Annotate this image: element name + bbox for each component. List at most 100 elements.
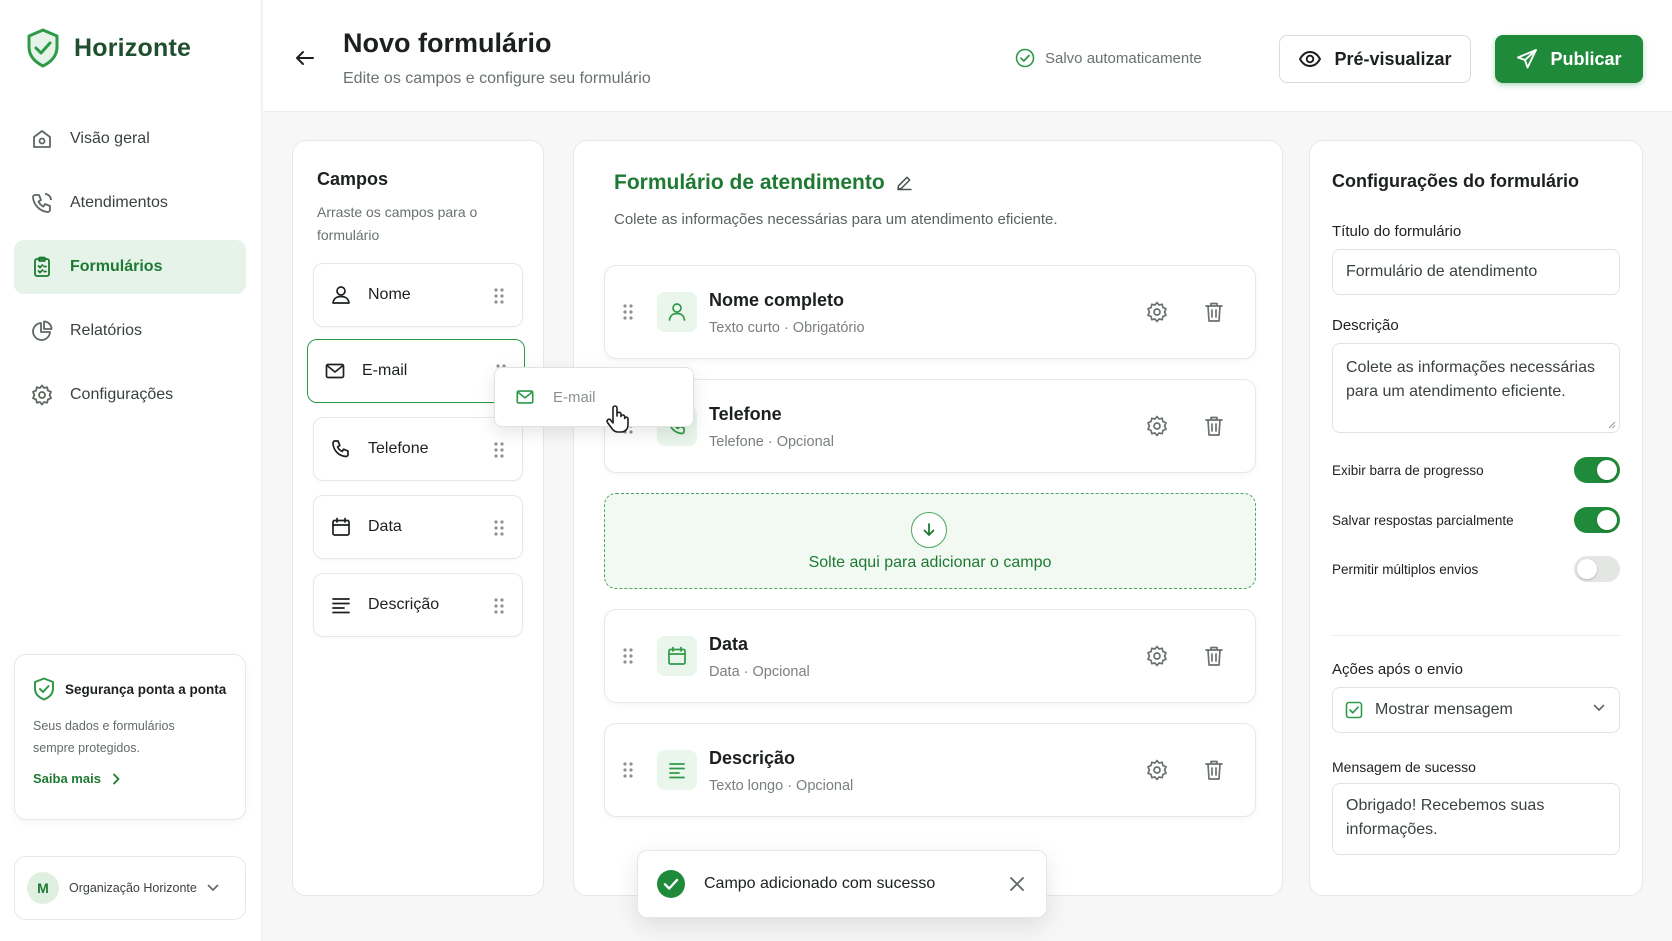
form-field-meta: Texto curto · Obrigatório bbox=[709, 320, 865, 336]
success-message-textarea[interactable]: Obrigado! Recebemos suas informações. bbox=[1332, 783, 1620, 855]
organization-name: Organização Horizonte bbox=[69, 881, 197, 895]
drag-handle-icon[interactable] bbox=[494, 288, 504, 304]
pie-chart-icon bbox=[30, 319, 54, 343]
gear-icon[interactable] bbox=[1145, 414, 1169, 438]
clipboard-icon bbox=[30, 255, 54, 279]
autosave-status: Salvo automaticamente bbox=[1015, 48, 1202, 68]
success-message-label: Mensagem de sucesso bbox=[1332, 759, 1476, 775]
chevron-down-icon bbox=[207, 884, 219, 892]
form-settings-panel: Configurações do formulário Título do fo… bbox=[1309, 140, 1643, 896]
drop-zone[interactable]: Solte aqui para adicionar o campo bbox=[604, 493, 1256, 589]
sidebar-item-label: Visão geral bbox=[70, 130, 150, 147]
sidebar-item-relatorios[interactable]: Relatórios bbox=[14, 304, 246, 358]
field-chip-nome[interactable]: Nome bbox=[313, 263, 523, 327]
sidebar-nav: Visão geral Atendimentos Formulários Rel… bbox=[14, 112, 246, 432]
calendar-icon bbox=[657, 636, 697, 676]
trash-icon[interactable] bbox=[1203, 644, 1225, 668]
resize-handle-icon bbox=[1608, 421, 1616, 429]
toggle-row-progress: Exibir barra de progresso bbox=[1332, 456, 1620, 484]
brand[interactable]: Horizonte bbox=[26, 28, 191, 68]
text-lines-icon bbox=[657, 750, 697, 790]
brand-name: Horizonte bbox=[74, 33, 192, 62]
security-card-title: Segurança ponta a ponta bbox=[65, 681, 227, 697]
gear-icon[interactable] bbox=[1145, 644, 1169, 668]
mail-icon bbox=[324, 360, 346, 382]
trash-icon[interactable] bbox=[1203, 758, 1225, 782]
organization-switcher[interactable]: M Organização Horizonte bbox=[14, 856, 246, 920]
form-builder-panel: Formulário de atendimento Colete as info… bbox=[573, 140, 1283, 896]
send-icon bbox=[1516, 48, 1538, 70]
sidebar-item-configuracoes[interactable]: Configurações bbox=[14, 368, 246, 422]
partial-save-toggle[interactable] bbox=[1574, 507, 1620, 533]
sidebar-item-label: Atendimentos bbox=[70, 194, 168, 211]
back-button[interactable] bbox=[291, 44, 319, 72]
check-circle-icon bbox=[1015, 48, 1035, 68]
form-field-name: Descrição bbox=[709, 748, 796, 768]
gear-icon[interactable] bbox=[1145, 300, 1169, 324]
form-subtitle: Colete as informações necessárias para u… bbox=[614, 211, 1058, 228]
progress-bar-toggle[interactable] bbox=[1574, 457, 1620, 483]
page-header: Novo formulário Edite os campos e config… bbox=[263, 0, 1672, 112]
drag-handle-icon[interactable] bbox=[623, 304, 633, 320]
form-title-input[interactable]: Formulário de atendimento bbox=[1332, 249, 1620, 295]
form-field-name: Data bbox=[709, 634, 749, 654]
form-field-nome-completo[interactable]: Nome completo Texto curto · Obrigatório bbox=[604, 265, 1256, 359]
text-lines-icon bbox=[330, 594, 352, 616]
shield-check-icon bbox=[33, 677, 55, 701]
preview-button[interactable]: Pré-visualizar bbox=[1279, 35, 1471, 83]
avatar: M bbox=[27, 872, 59, 904]
form-field-meta: Data · Opcional bbox=[709, 664, 810, 680]
toggle-row-partial: Salvar respostas parcialmente bbox=[1332, 506, 1620, 534]
after-submit-label: Ações após o envio bbox=[1332, 661, 1463, 678]
form-field-data[interactable]: Data Data · Opcional bbox=[604, 609, 1256, 703]
hand-cursor-icon bbox=[605, 404, 629, 434]
field-chip-email[interactable]: E-mail bbox=[307, 339, 525, 403]
form-title[interactable]: Formulário de atendimento bbox=[614, 171, 913, 195]
multiple-submissions-toggle[interactable] bbox=[1574, 556, 1620, 582]
pencil-icon[interactable] bbox=[895, 174, 913, 192]
form-title-label: Título do formulário bbox=[1332, 223, 1462, 240]
arrow-left-icon bbox=[296, 51, 314, 65]
arrow-down-icon bbox=[911, 512, 947, 548]
field-chip-descricao[interactable]: Descrição bbox=[313, 573, 523, 637]
security-card-text: Seus dados e formulários sempre protegid… bbox=[33, 719, 175, 755]
home-icon bbox=[30, 127, 54, 151]
description-textarea[interactable]: Colete as informações necessárias para u… bbox=[1332, 343, 1620, 433]
gear-icon[interactable] bbox=[1145, 758, 1169, 782]
sidebar-item-visao-geral[interactable]: Visão geral bbox=[14, 112, 246, 166]
sidebar-item-atendimentos[interactable]: Atendimentos bbox=[14, 176, 246, 230]
fields-panel: Campos Arraste os campos para o formulár… bbox=[292, 140, 544, 896]
sidebar-item-label: Formulários bbox=[70, 258, 163, 275]
toggle-row-multiple: Permitir múltiplos envios bbox=[1332, 555, 1620, 583]
sidebar-item-formularios[interactable]: Formulários bbox=[14, 240, 246, 294]
calendar-icon bbox=[330, 516, 352, 538]
toast-message: Campo adicionado com sucesso bbox=[704, 875, 936, 892]
field-chip-telefone[interactable]: Telefone bbox=[313, 417, 523, 481]
form-field-name: Nome completo bbox=[709, 290, 845, 310]
publish-button[interactable]: Publicar bbox=[1495, 35, 1643, 83]
user-icon bbox=[330, 284, 352, 306]
user-icon bbox=[657, 292, 697, 332]
chevron-right-icon bbox=[111, 773, 121, 785]
drag-handle-icon[interactable] bbox=[623, 762, 633, 778]
trash-icon[interactable] bbox=[1203, 414, 1225, 438]
trash-icon[interactable] bbox=[1203, 300, 1225, 324]
settings-title: Configurações do formulário bbox=[1332, 171, 1580, 191]
form-field-telefone[interactable]: Telefone Telefone · Opcional bbox=[604, 379, 1256, 473]
close-icon[interactable] bbox=[1008, 875, 1026, 893]
drag-handle-icon[interactable] bbox=[494, 442, 504, 458]
mail-icon bbox=[515, 387, 535, 407]
check-circle-filled-icon bbox=[656, 869, 686, 899]
learn-more-link[interactable]: Saiba mais bbox=[33, 771, 227, 786]
phone-icon bbox=[30, 191, 54, 215]
after-submit-select[interactable]: Mostrar mensagem bbox=[1332, 687, 1620, 733]
shield-check-icon bbox=[26, 28, 60, 68]
chevron-down-icon bbox=[1593, 704, 1605, 712]
drag-handle-icon[interactable] bbox=[494, 520, 504, 536]
divider bbox=[1332, 635, 1620, 636]
form-field-descricao[interactable]: Descrição Texto longo · Opcional bbox=[604, 723, 1256, 817]
drag-ghost: E-mail bbox=[494, 367, 694, 433]
field-chip-data[interactable]: Data bbox=[313, 495, 523, 559]
drag-handle-icon[interactable] bbox=[623, 648, 633, 664]
drag-handle-icon[interactable] bbox=[494, 598, 504, 614]
